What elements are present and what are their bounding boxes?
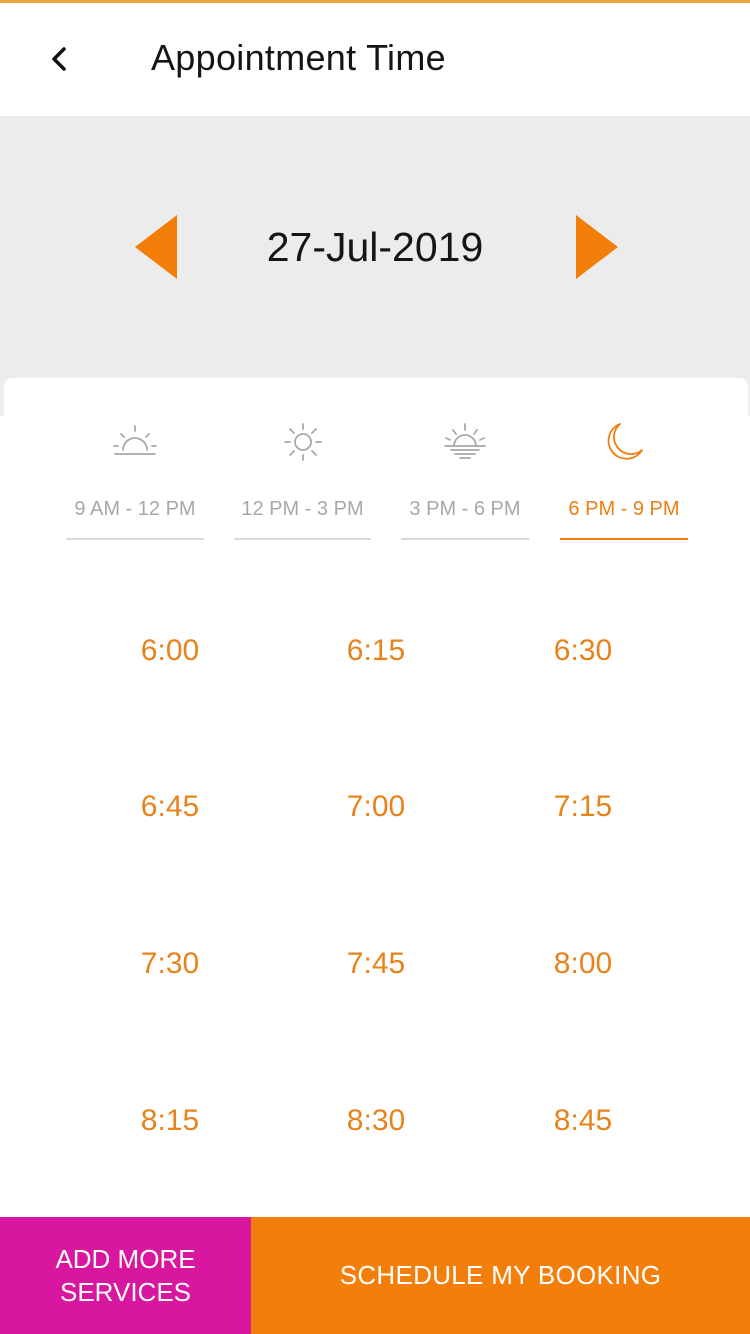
period-label: 12 PM - 3 PM [241,498,364,520]
back-button[interactable] [34,29,84,89]
add-more-services-button[interactable]: ADD MORE SERVICES [0,1217,251,1334]
time-slot[interactable]: 7:15 [503,777,663,837]
period-label: 3 PM - 6 PM [409,498,521,520]
period-underline [560,538,688,540]
period-tab-evening[interactable]: 3 PM - 6 PM [401,410,529,542]
schedule-booking-button[interactable]: SCHEDULE MY BOOKING [251,1217,750,1334]
sun-icon [283,423,322,461]
period-tab-night[interactable]: 6 PM - 9 PM [560,410,688,542]
period-underline [234,538,371,540]
time-slot[interactable]: 7:00 [296,777,456,837]
triangle-left-icon [135,215,177,279]
moon-icon [607,423,643,460]
period-label: 6 PM - 9 PM [568,498,680,520]
time-slot[interactable]: 8:30 [296,1091,456,1151]
chevron-left-icon [52,47,66,71]
period-label: 9 AM - 12 PM [74,498,196,520]
period-tab-afternoon[interactable]: 12 PM - 3 PM [234,410,371,542]
period-tab-morning[interactable]: 9 AM - 12 PM [66,410,204,542]
app-header: Appointment Time [0,3,750,116]
time-slot[interactable]: 7:45 [296,934,456,994]
time-slot[interactable]: 6:45 [90,777,250,837]
next-date-button[interactable] [574,215,618,279]
time-slot[interactable]: 6:15 [296,621,456,681]
period-underline [401,538,529,540]
time-slot[interactable]: 8:45 [503,1091,663,1151]
previous-date-button[interactable] [135,215,179,279]
page-title: Appointment Time [151,37,446,78]
sunset-icon [444,423,486,459]
time-slot[interactable]: 6:30 [503,621,663,681]
time-slot[interactable]: 8:15 [90,1091,250,1151]
selected-date: 27-Jul-2019 [266,224,484,270]
time-slot[interactable]: 7:30 [90,934,250,994]
time-slot[interactable]: 6:00 [90,621,250,681]
period-underline [66,538,204,540]
sunrise-icon [113,425,157,455]
triangle-right-icon [576,215,618,279]
time-slot[interactable]: 8:00 [503,934,663,994]
